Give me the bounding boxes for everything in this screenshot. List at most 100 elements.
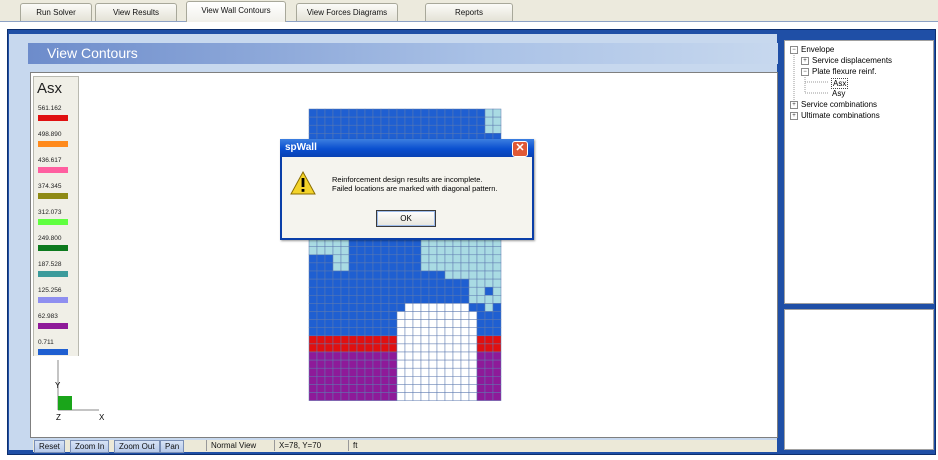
legend-value: 125.256 [38,287,62,294]
contour-cell [308,319,318,328]
zoom-in-button[interactable]: Zoom In [70,440,110,453]
contour-canvas[interactable] [30,72,778,438]
legend-swatch [38,167,68,173]
contour-cell [388,343,398,353]
results-tree[interactable]: − Envelope + Service displacements − Pla… [784,40,934,304]
tab-view-forces-diagrams[interactable]: View Forces Diagrams [296,3,398,21]
contour-cell [404,270,414,280]
pan-button[interactable]: Pan [160,440,185,453]
contour-cell [372,108,382,118]
contour-cell [484,392,494,401]
contour-cell [404,254,414,264]
contour-cell [332,376,342,385]
contour-cell [404,351,414,361]
contour-cell [332,270,342,280]
contour-cell [308,303,318,312]
contour-cell [436,270,446,280]
contour-cell [324,311,334,320]
contour-cell [404,343,414,353]
contour-cell [340,384,350,393]
reset-button[interactable]: Reset [34,440,65,453]
contour-cell [484,319,494,328]
contour-cell [468,367,478,377]
contour-cell [444,359,454,369]
contour-cell [340,295,350,304]
contour-cell [332,319,342,328]
contour-cell [412,254,422,264]
contour-cell [404,295,414,304]
contour-cell [452,376,462,385]
contour-cell [460,262,470,272]
contour-cell [348,327,358,337]
contour-cell [420,295,430,304]
close-icon[interactable]: ✕ [512,141,528,157]
contour-cell [452,295,462,304]
contour-cell [316,286,326,296]
tab-run-solver[interactable]: Run Solver [20,3,92,21]
contour-cell [460,327,470,337]
contour-cell [356,392,366,401]
contour-cell [428,392,438,401]
contour-cell [436,116,446,126]
contour-cell [372,392,382,401]
contour-cell [460,254,470,264]
contour-cell [452,319,462,328]
contour-cell [436,351,446,361]
contour-cell [492,278,502,288]
contour-cell [452,343,462,353]
contour-cell [372,376,382,385]
dialog-title-bar[interactable] [280,139,534,157]
contour-cell [348,343,358,353]
contour-cell [420,335,430,345]
contour-cell [364,335,374,345]
contour-cell [468,384,478,393]
contour-cell [492,303,502,312]
zoom-out-button[interactable]: Zoom Out [114,440,160,453]
contour-cell [348,116,358,126]
contour-cell [340,116,350,126]
contour-cell [364,351,374,361]
contour-cell [468,335,478,345]
contour-cell [452,278,462,288]
contour-cell [324,335,334,345]
contour-cell [388,384,398,393]
contour-cell [372,303,382,312]
legend-panel: Asx 561.162 498.890 436.617 374.345 312.073 2… [33,76,79,378]
contour-cell [364,303,374,312]
contour-cell [340,351,350,361]
contour-cell [364,295,374,304]
contour-cell [396,367,406,377]
coordinates-readout: X=78, Y=70 [274,440,325,451]
contour-cell [436,262,446,272]
tab-reports[interactable]: Reports [425,3,513,21]
contour-cell [364,343,374,353]
contour-cell [420,246,430,256]
contour-cell [364,311,374,320]
contour-cell [380,116,390,126]
contour-cell [356,351,366,361]
tab-view-wall-contours[interactable]: View Wall Contours [186,1,286,22]
ok-button[interactable]: OK [376,210,436,227]
contour-cell [316,376,326,385]
contour-cell [484,303,494,312]
contour-cell [452,367,462,377]
contour-cell [396,303,406,312]
contour-cell [380,286,390,296]
contour-cell [484,262,494,272]
contour-cell [356,327,366,337]
contour-cell [412,124,422,134]
contour-cell [492,286,502,296]
contour-cell [308,335,318,345]
contour-cell [420,392,430,401]
contour-cell [436,311,446,320]
contour-cell [324,295,334,304]
legend-swatch [38,323,68,329]
contour-cell [388,335,398,345]
contour-cell [492,246,502,256]
legend-value: 0.711 [38,339,54,346]
contour-cell [428,376,438,385]
contour-cell [372,335,382,345]
legend-value: 312.073 [38,209,62,216]
dialog-message-line1: Reinforcement design results are incompl… [332,175,483,184]
tab-view-results[interactable]: View Results [95,3,177,21]
